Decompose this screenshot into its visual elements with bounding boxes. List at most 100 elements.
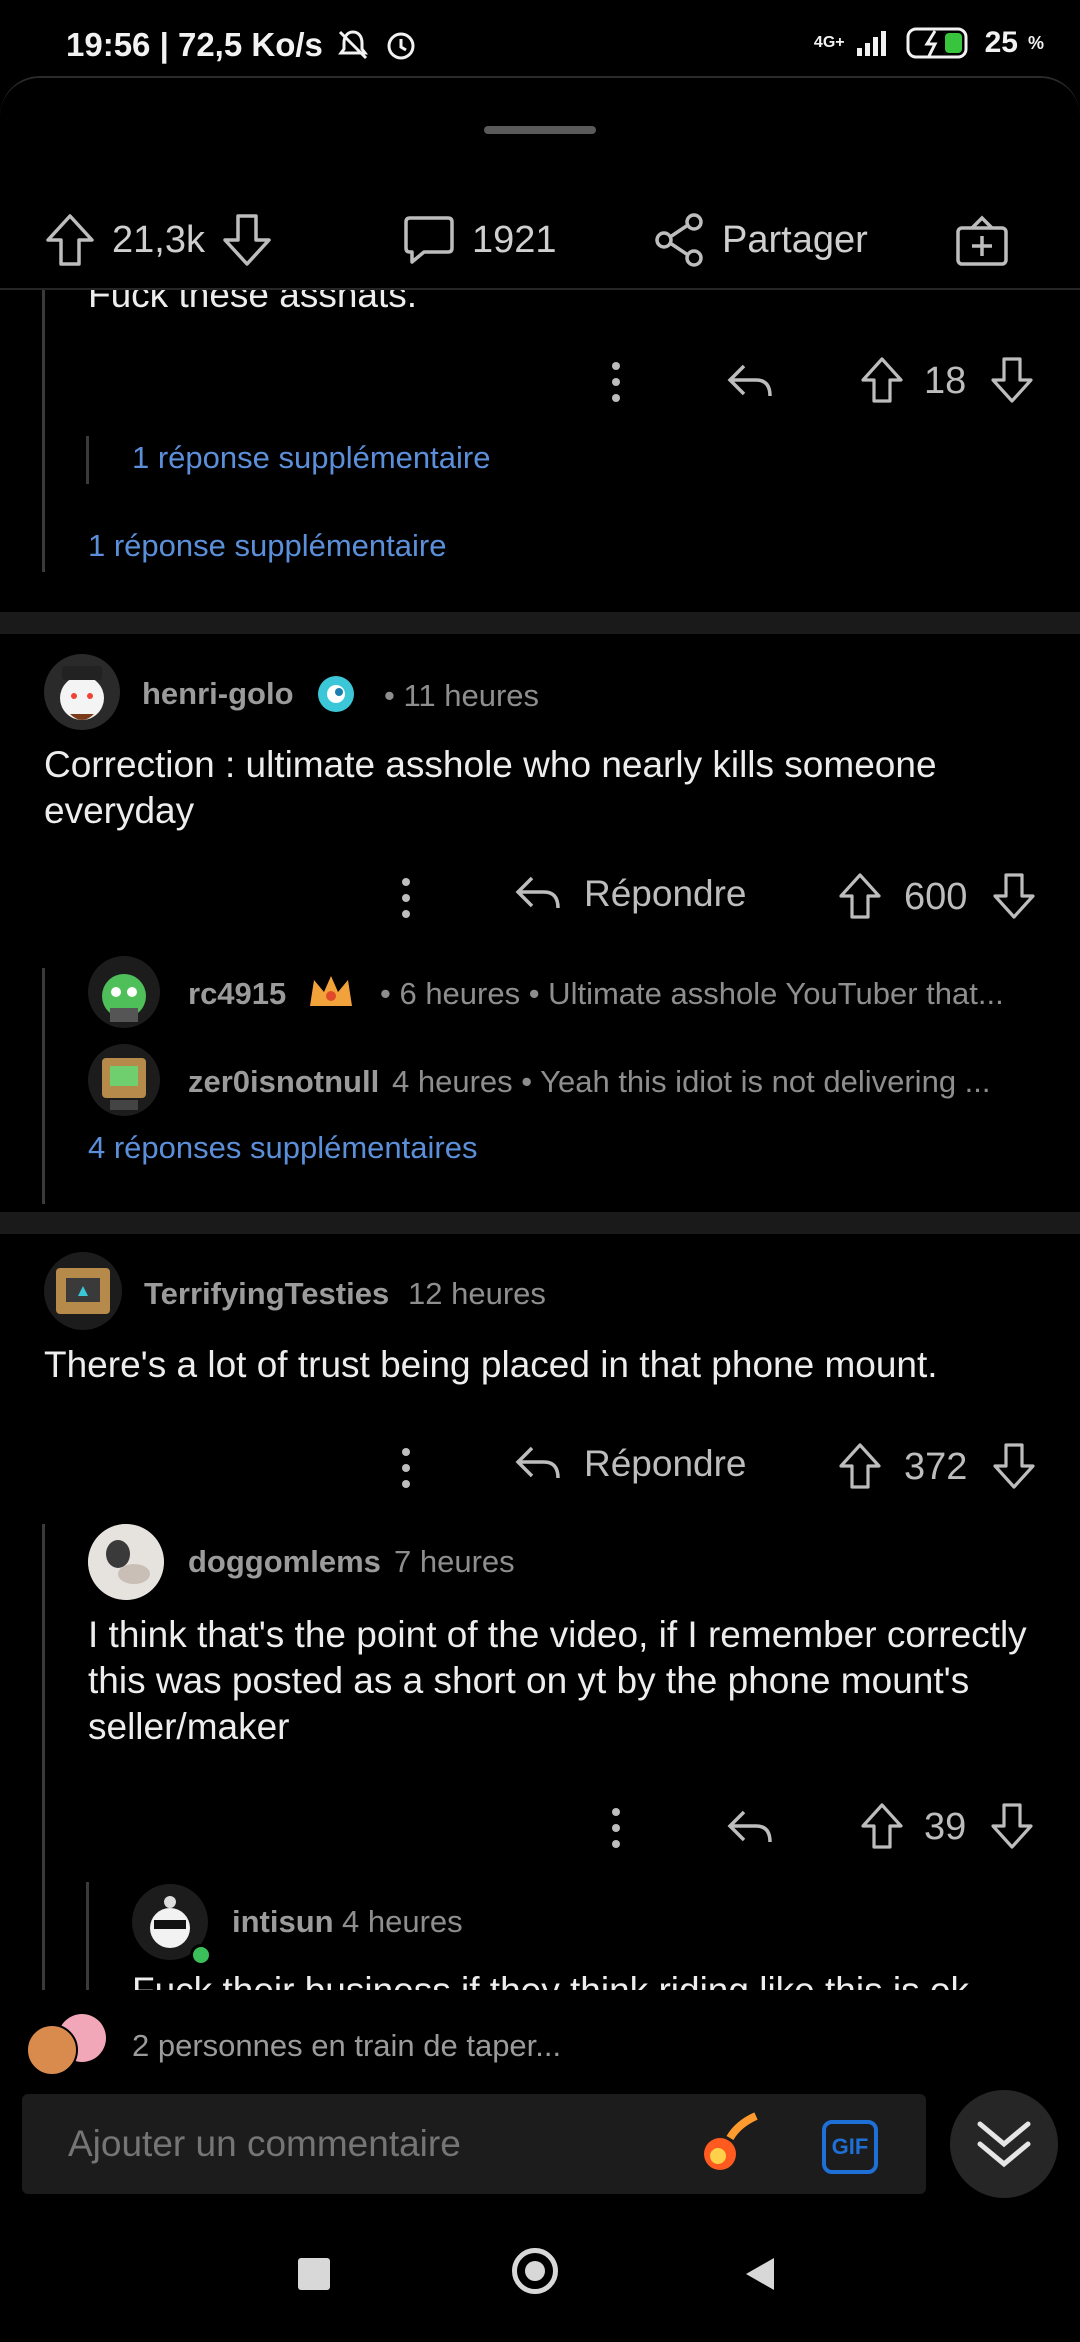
award-gift-icon[interactable] [954, 212, 1010, 268]
comment-text: I think that's the point of the video, i… [88, 1614, 1027, 1747]
vote-count: 600 [904, 876, 968, 918]
comments-count: 1921 [472, 218, 557, 261]
upvote-icon[interactable] [44, 212, 96, 268]
downvote-icon[interactable] [992, 1442, 1036, 1490]
gif-button[interactable]: GIF [822, 2120, 878, 2174]
comment-text-partial: Fuck their business if they think riding… [132, 1968, 1032, 1990]
alarm-icon [387, 32, 415, 60]
reply-icon[interactable] [726, 1806, 774, 1850]
username[interactable]: doggomlems [188, 1544, 381, 1580]
reply-preview-rc4915[interactable]: rc4915 • 6 heures • Ultimate asshole You… [88, 956, 1048, 1032]
battery-charging-icon [906, 27, 968, 59]
notifications-muted-icon [337, 30, 368, 60]
back-button[interactable] [742, 2254, 778, 2294]
more-replies-link[interactable]: 4 réponses supplémentaires [88, 1130, 477, 1166]
vote-count: 18 [924, 360, 967, 402]
more-replies-link-nested[interactable]: 1 réponse supplémentaire [132, 440, 490, 476]
thread-line [42, 968, 45, 1204]
reply-button[interactable]: Répondre [514, 1442, 747, 1486]
android-nav-bar [0, 2220, 1080, 2340]
next-comment-button[interactable] [950, 2090, 1058, 2198]
previous-thread-fragment: Fuck these asshats. 18 1 réponse supplém… [0, 290, 1080, 610]
typing-avatar [26, 2024, 78, 2076]
upvote-icon[interactable] [838, 1442, 882, 1490]
cat-avatar-icon [88, 1524, 164, 1600]
thread-line [42, 290, 45, 572]
sheet-drag-handle[interactable] [484, 126, 596, 134]
reply-meta: • 6 heures • Ultimate asshole YouTuber t… [380, 976, 1004, 1011]
comment-time: 7 heures [394, 1544, 515, 1579]
reply-preview-zer0isnotnull[interactable]: zer0isnotnull 4 heures • Yeah this idiot… [88, 1044, 1048, 1120]
avatar [88, 1044, 160, 1116]
username[interactable]: henri-golo [142, 676, 294, 712]
more-options-icon[interactable] [398, 876, 414, 920]
reply-label: Répondre [584, 873, 747, 914]
more-options-icon[interactable] [608, 360, 624, 404]
upvote-icon[interactable] [860, 356, 904, 404]
vote-group: 21,3k [44, 212, 273, 268]
fragment-text: Fuck these asshats. [88, 290, 418, 315]
comment-time: 12 heures [408, 1276, 546, 1311]
avatar [88, 956, 160, 1028]
comment-separator [0, 1212, 1080, 1234]
upvote-icon[interactable] [838, 872, 882, 920]
nested-thread-line [86, 436, 89, 484]
reply-username: rc4915 [188, 976, 287, 1011]
share-button[interactable]: Partager [652, 212, 868, 268]
recents-button[interactable] [298, 2258, 330, 2290]
more-replies-link[interactable]: 1 réponse supplémentaire [88, 528, 446, 564]
username[interactable]: intisun [232, 1904, 334, 1940]
reply-icon[interactable] [726, 360, 774, 404]
avatar[interactable] [44, 654, 120, 730]
comment-time: • 11 heures [384, 678, 540, 713]
upvote-icon[interactable] [860, 1802, 904, 1850]
status-left: 19:56 | 72,5 Ko/s [66, 26, 419, 64]
fire-meme-icon[interactable] [698, 2112, 762, 2176]
reply-label: Répondre [584, 1443, 747, 1484]
status-right: 4G+ 25 % [814, 26, 1044, 60]
comment-icon [404, 216, 454, 264]
comments-count-button[interactable]: 1921 [402, 212, 557, 268]
snoo-avatar-icon [102, 1058, 146, 1110]
downvote-icon[interactable] [990, 1802, 1034, 1850]
snoo-avatar-icon [60, 666, 104, 720]
downvote-icon[interactable] [221, 212, 273, 268]
avatar[interactable] [44, 1252, 122, 1330]
post-action-bar: 21,3k 1921 Partager [0, 190, 1080, 290]
comment-input[interactable] [66, 2122, 690, 2166]
thread-line [42, 1524, 45, 1990]
comment-henri-golo: henri-golo • 11 heures Correction : ulti… [0, 634, 1080, 1230]
comment-text: Correction : ultimate asshole who nearly… [44, 744, 937, 831]
comment-text: There's a lot of trust being placed in t… [44, 1344, 938, 1385]
reply-meta: 4 heures • Yeah this idiot is not delive… [392, 1064, 991, 1099]
vote-count: 39 [924, 1806, 967, 1848]
share-label: Partager [722, 218, 868, 261]
snoo-avatar-icon [56, 1268, 110, 1314]
double-chevron-down-icon [977, 2121, 1031, 2168]
nested-thread-line [86, 1882, 89, 1990]
home-button[interactable] [512, 2248, 558, 2294]
typing-text: 2 personnes en train de taper... [132, 2028, 562, 2063]
reply-username: zer0isnotnull [188, 1064, 380, 1099]
vote-count: 372 [904, 1446, 968, 1488]
user-flair-icon [318, 676, 354, 712]
downvote-icon[interactable] [990, 356, 1034, 404]
online-status-dot [190, 1944, 212, 1966]
reply-icon [515, 876, 560, 909]
home-inner-dot [525, 2261, 545, 2281]
more-options-icon[interactable] [608, 1806, 624, 1850]
reply-button[interactable]: Répondre [514, 872, 747, 916]
comment-composer[interactable]: GIF [22, 2094, 926, 2194]
network-type: 4G+ [813, 34, 845, 51]
username[interactable]: TerrifyingTesties [144, 1276, 389, 1312]
downvote-icon[interactable] [992, 872, 1036, 920]
comment-terrifyingtesties: TerrifyingTesties 12 heures There's a lo… [0, 1234, 1080, 1534]
snoo-avatar-icon [102, 974, 146, 1022]
reply-icon [515, 1446, 560, 1479]
avatar[interactable] [88, 1524, 164, 1600]
battery-level: 25 [984, 26, 1018, 59]
more-options-icon[interactable] [398, 1446, 414, 1490]
battery-unit: % [1027, 32, 1044, 53]
status-time-speed: 19:56 | 72,5 Ko/s [66, 26, 323, 63]
typing-indicator: 2 personnes en train de taper... [20, 2012, 1060, 2076]
